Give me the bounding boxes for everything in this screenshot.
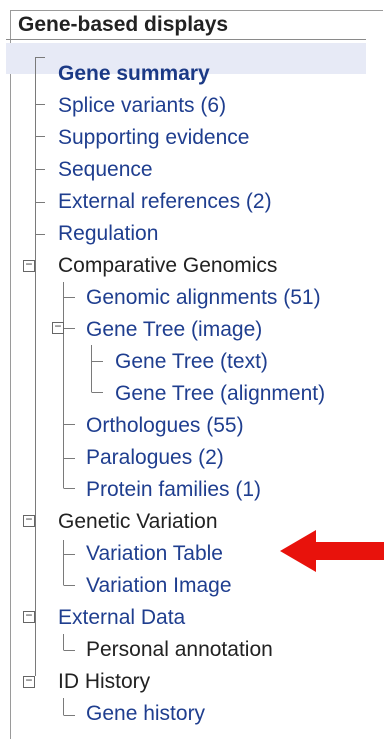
- group-external-data[interactable]: External Data: [58, 602, 185, 634]
- nav-gene-history[interactable]: Gene history: [86, 698, 205, 730]
- collapse-external-data-icon[interactable]: −: [23, 610, 35, 623]
- nav-splice-variants[interactable]: Splice variants (6): [58, 90, 226, 122]
- nav-supporting-evidence[interactable]: Supporting evidence: [58, 122, 249, 154]
- nav-gene-summary[interactable]: Gene summary: [58, 58, 210, 90]
- nav-protein-families[interactable]: Protein families (1): [86, 474, 261, 506]
- group-id-history[interactable]: ID History: [58, 666, 150, 698]
- nav-orthologues[interactable]: Orthologues (55): [86, 410, 244, 442]
- nav-paralogues[interactable]: Paralogues (2): [86, 442, 224, 474]
- collapse-gene-tree-icon[interactable]: −: [52, 321, 64, 334]
- nav-external-references[interactable]: External references (2): [58, 186, 272, 218]
- nav-gene-tree-image[interactable]: Gene Tree (image): [86, 314, 262, 346]
- red-arrow-left-icon: [280, 530, 384, 572]
- collapse-genetic-variation-icon[interactable]: −: [23, 514, 35, 527]
- collapse-comparative-genomics-icon[interactable]: −: [23, 259, 35, 272]
- group-genetic-variation[interactable]: Genetic Variation: [58, 506, 218, 538]
- nav-personal-annotation[interactable]: Personal annotation: [86, 634, 273, 666]
- group-comparative-genomics[interactable]: Comparative Genomics: [58, 250, 277, 282]
- nav-gene-tree-text[interactable]: Gene Tree (text): [115, 346, 268, 378]
- nav-sequence[interactable]: Sequence: [58, 154, 153, 186]
- nav-variation-table[interactable]: Variation Table: [86, 538, 223, 570]
- nav-gene-tree-alignment[interactable]: Gene Tree (alignment): [115, 378, 325, 410]
- nav-regulation[interactable]: Regulation: [58, 218, 158, 250]
- nav-genomic-alignments[interactable]: Genomic alignments (51): [86, 282, 321, 314]
- nav-variation-image[interactable]: Variation Image: [86, 570, 232, 602]
- collapse-id-history-icon[interactable]: −: [23, 675, 35, 688]
